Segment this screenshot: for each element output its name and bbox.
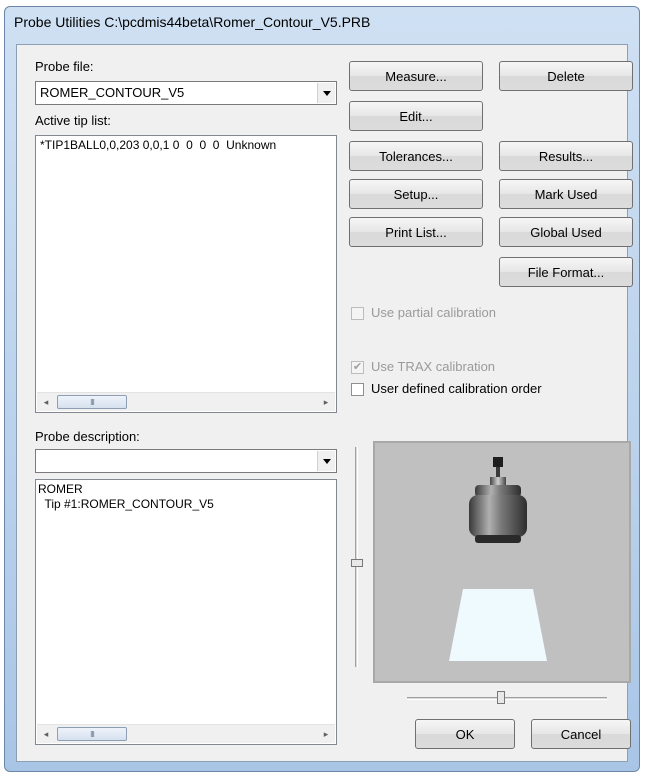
ok-button[interactable]: OK [415,719,515,749]
user-defined-order-label: User defined calibration order [371,381,542,396]
partial-calibration-checkbox[interactable] [351,307,364,320]
active-tip-list[interactable]: *TIP1BALL0,0,203 0,0,1 0 0 0 0 Unknown ◂… [35,135,337,413]
probe-description-text[interactable]: ROMER Tip #1:ROMER_CONTOUR_V5 ◂ III ▸ [35,479,337,745]
edit-button[interactable]: Edit... [349,101,483,131]
chevron-down-icon[interactable] [317,451,335,471]
cancel-button[interactable]: Cancel [531,719,631,749]
active-tip-list-label: Active tip list: [35,113,111,128]
setup-button[interactable]: Setup... [349,179,483,209]
file-format-button[interactable]: File Format... [499,257,633,287]
mark-used-button[interactable]: Mark Used [499,179,633,209]
list-item[interactable]: *TIP1BALL0,0,203 0,0,1 0 0 0 0 Unknown [40,138,276,152]
description-line: Tip #1:ROMER_CONTOUR_V5 [38,497,214,511]
global-used-button[interactable]: Global Used [499,217,633,247]
trax-calibration-label: Use TRAX calibration [371,359,496,374]
print-list-button[interactable]: Print List... [349,217,483,247]
measure-button[interactable]: Measure... [349,61,483,91]
delete-button[interactable]: Delete [499,61,633,91]
results-button[interactable]: Results... [499,141,633,171]
scroll-right-icon[interactable]: ▸ [317,725,335,743]
vertical-slider-thumb[interactable] [351,559,363,567]
partial-calibration-label: Use partial calibration [371,305,497,320]
description-line: ROMER [38,482,83,496]
probe-render-image [449,457,547,661]
probe-description-combo[interactable] [35,449,337,473]
chevron-down-icon[interactable] [317,83,335,103]
probe-description-label: Probe description: [35,429,140,444]
horizontal-scrollbar[interactable]: ◂ III ▸ [37,724,335,743]
scroll-right-icon[interactable]: ▸ [317,393,335,411]
probe-file-value: ROMER_CONTOUR_V5 [40,85,185,100]
scroll-left-icon[interactable]: ◂ [37,725,55,743]
probe-file-combo[interactable]: ROMER_CONTOUR_V5 [35,81,337,105]
dialog-client-area: Probe file: ROMER_CONTOUR_V5 Active tip … [16,44,633,762]
scroll-thumb[interactable]: III [57,395,127,409]
trax-calibration-checkbox[interactable]: ✔ [351,361,364,374]
horizontal-slider-track[interactable] [407,697,607,700]
probe-file-label: Probe file: [35,59,94,74]
scroll-left-icon[interactable]: ◂ [37,393,55,411]
vertical-slider-track[interactable] [355,447,358,667]
tolerances-button[interactable]: Tolerances... [349,141,483,171]
user-defined-order-checkbox[interactable] [351,383,364,396]
probe-preview [373,441,631,683]
scroll-thumb[interactable]: III [57,727,127,741]
window-title: Probe Utilities C:\pcdmis44beta\Romer_Co… [14,14,371,30]
horizontal-slider-thumb[interactable] [497,691,505,704]
horizontal-scrollbar[interactable]: ◂ III ▸ [37,392,335,411]
